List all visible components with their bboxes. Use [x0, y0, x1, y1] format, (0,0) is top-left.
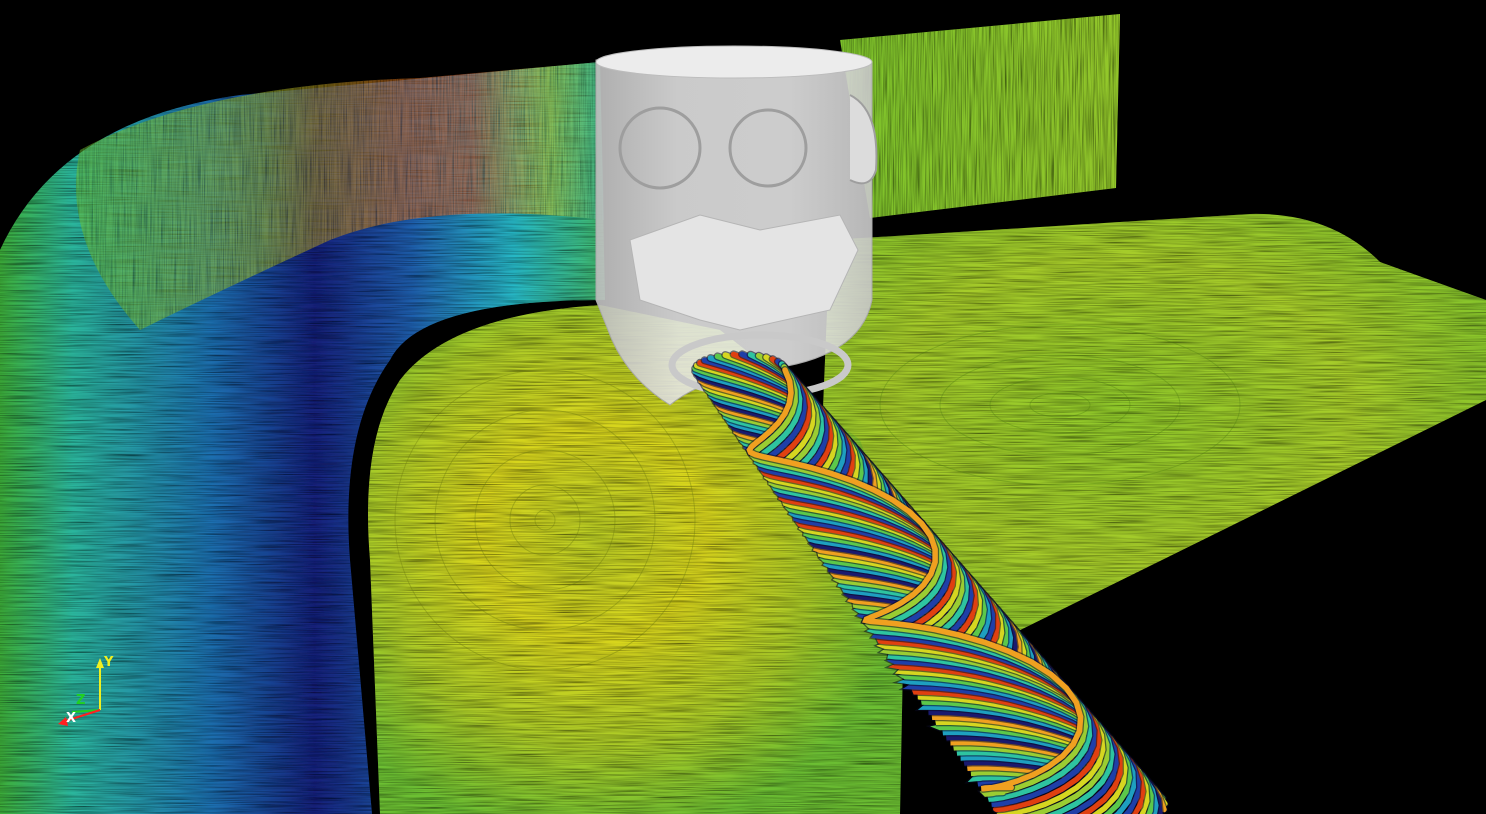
y-axis-label: Y — [103, 655, 114, 670]
render-viewport[interactable]: Y Z X — [0, 0, 1486, 814]
z-axis-label: Z — [76, 693, 85, 708]
x-axis-label: X — [66, 711, 76, 726]
back-slice-plane — [840, 14, 1120, 218]
flow-visualization-scene: Y Z X — [0, 0, 1486, 814]
